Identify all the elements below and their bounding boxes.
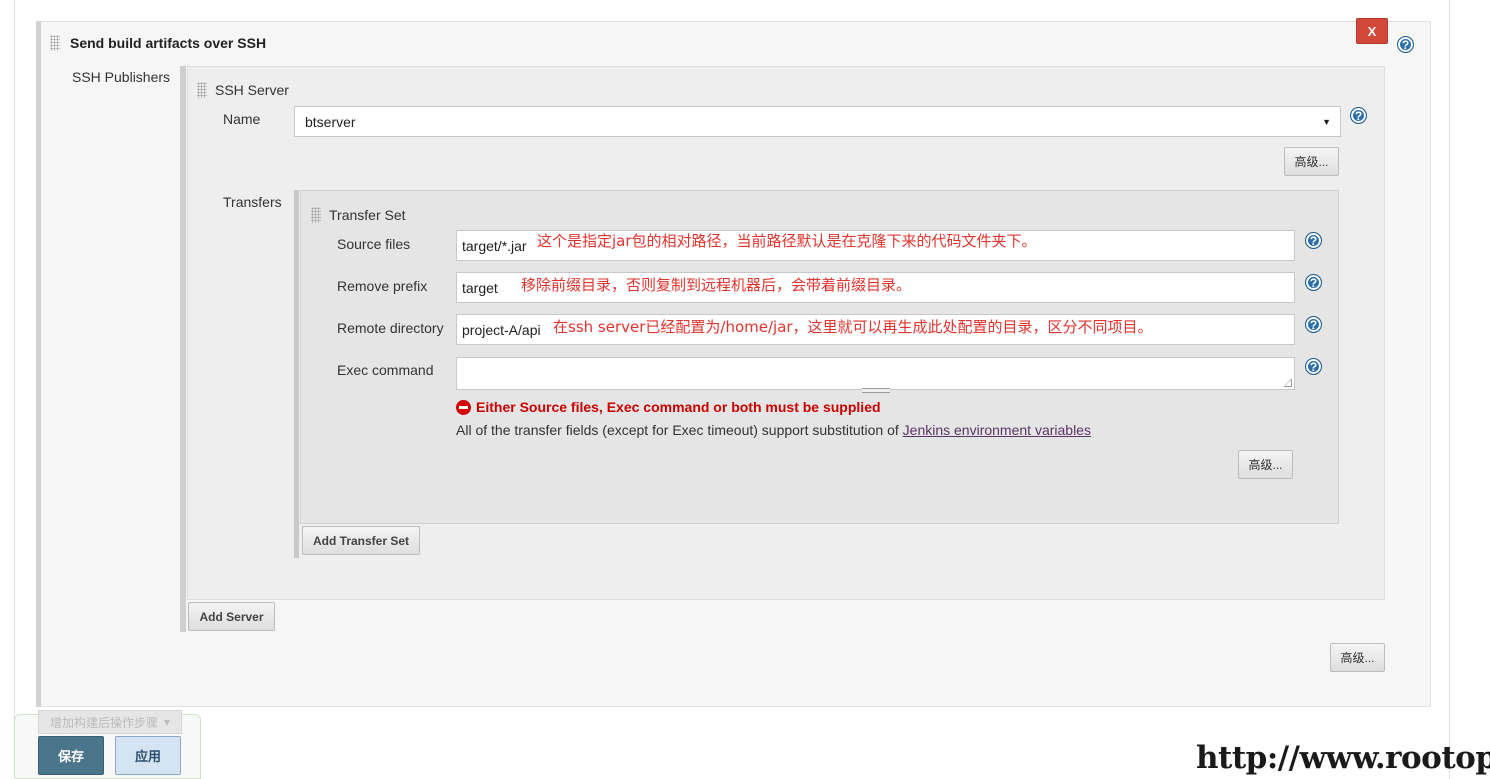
server-name-select[interactable]: btserver ▼ [294,106,1341,137]
transfer-grip[interactable] [294,190,299,558]
exec-command-label: Exec command [337,362,434,378]
name-label: Name [223,111,261,127]
error-icon [456,399,471,415]
validation-error: Either Source files, Exec command or bot… [456,399,881,415]
watermark: http://www.rootop.org [1196,740,1490,776]
section-grip[interactable] [36,21,41,707]
resize-handle-icon[interactable] [1284,379,1292,387]
help-icon[interactable]: ? [1305,232,1322,249]
transfers-label: Transfers [223,194,282,210]
ssh-server-heading: SSH Server [215,82,289,98]
substitution-info: All of the transfer fields (except for E… [456,422,1091,438]
server-advanced-button[interactable]: 高级... [1284,147,1339,176]
source-files-label: Source files [337,236,411,252]
add-transfer-set-button[interactable]: Add Transfer Set [302,526,420,555]
section-title: Send build artifacts over SSH [70,35,267,51]
add-post-build-step-button[interactable]: 增加构建后操作步骤 ▾ [38,710,182,734]
jenkins-env-vars-link[interactable]: Jenkins environment variables [903,422,1091,438]
help-icon[interactable]: ? [1305,358,1322,375]
ssh-publishers-label: SSH Publishers [72,69,171,85]
publisher-advanced-button[interactable]: 高级... [1330,643,1385,672]
add-server-button[interactable]: Add Server [188,602,275,631]
chevron-down-icon: ▾ [163,715,171,729]
help-icon[interactable]: ? [1350,107,1367,124]
transfer-advanced-button[interactable]: 高级... [1238,450,1293,479]
help-icon[interactable]: ? [1397,36,1414,53]
add-post-build-label: 增加构建后操作步骤 [49,715,158,730]
drag-handle-icon[interactable] [311,207,321,223]
save-button[interactable]: 保存 [38,736,104,775]
source-files-annotation: 这个是指定jar包的相对路径，当前路径默认是在克隆下来的代码文件夹下。 [537,232,1037,250]
drag-handle-icon[interactable] [197,82,207,98]
remove-prefix-annotation: 移除前缀目录，否则复制到远程机器后，会带着前缀目录。 [521,276,912,294]
dropdown-arrow-icon: ▼ [1322,117,1331,127]
help-icon[interactable]: ? [1305,274,1322,291]
remove-prefix-label: Remove prefix [337,278,428,294]
close-section-button[interactable]: X [1356,18,1388,44]
help-icon[interactable]: ? [1305,316,1322,333]
error-text: Either Source files, Exec command or bot… [476,399,881,415]
server-name-value: btserver [305,113,356,130]
apply-button[interactable]: 应用 [115,736,181,775]
exec-command-textarea[interactable] [456,357,1295,393]
server-grip[interactable] [180,66,186,632]
transfer-set-heading: Transfer Set [329,207,406,223]
drag-handle-icon[interactable] [50,35,60,51]
remote-directory-label: Remote directory [337,320,444,336]
info-text: All of the transfer fields (except for E… [456,422,903,438]
textarea-resize-bar[interactable] [862,388,890,393]
remote-directory-annotation: 在ssh server已经配置为/home/jar，这里就可以再生成此处配置的目… [553,318,1153,336]
